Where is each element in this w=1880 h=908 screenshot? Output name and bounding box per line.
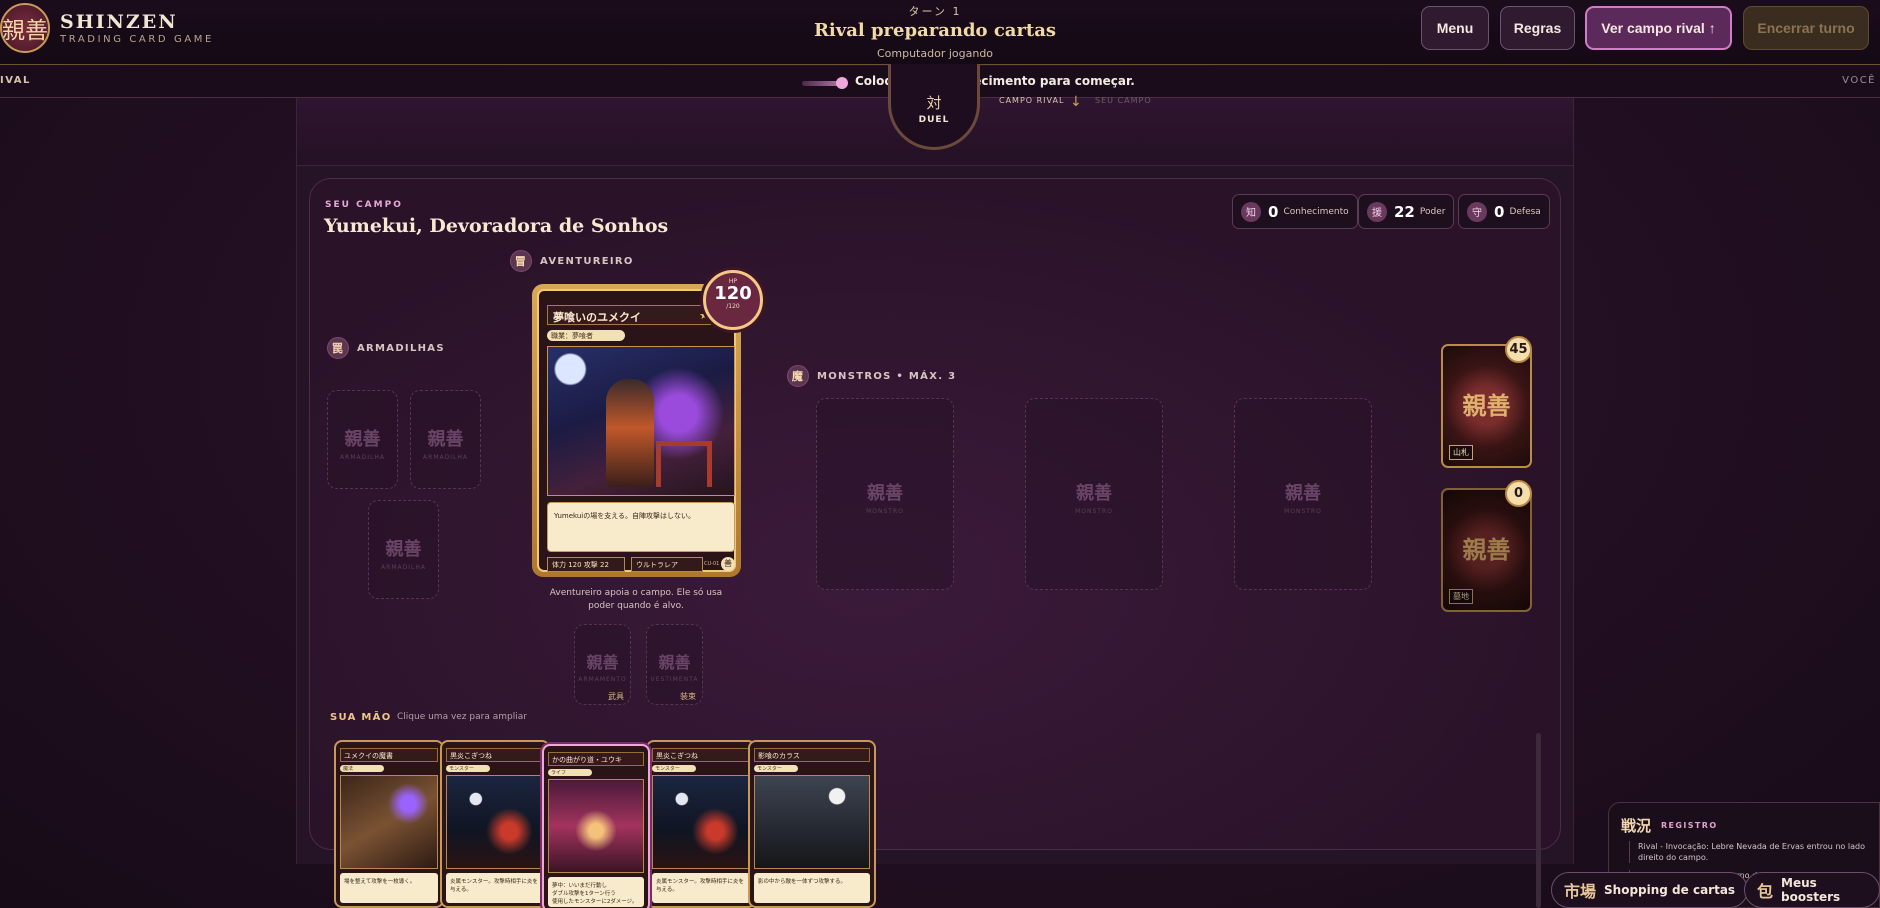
adventurer-card-text: Yumekuiの場を支える。自陣攻撃はしない。 <box>547 502 735 552</box>
adventurer-card-art <box>547 346 735 496</box>
trap-slot-1[interactable]: 親善 ARMADILHA <box>327 390 398 489</box>
card-seal-icon: 善 <box>721 557 735 571</box>
end-turn-button[interactable]: Encerrar turno <box>1743 6 1869 50</box>
draw-pile-label: 山札 <box>1449 445 1473 460</box>
monster-slot-1[interactable]: 親善 MONSTRO <box>816 398 954 590</box>
menu-button[interactable]: Menu <box>1421 6 1489 50</box>
turn-number: ターン 1 <box>908 5 962 18</box>
hand-card-3[interactable]: かの曲がり道・ユウキ ライフ 夢中：いいまだ行動し ダブル攻撃を1ターン行う 使用… <box>542 744 650 908</box>
hp-value: 120 <box>714 283 752 304</box>
monster-slot-2[interactable]: 親善 MONSTRO <box>1025 398 1163 590</box>
hand-card-5[interactable]: 影喰のカラス モンスター 影の中から敵を一体ずつ攻撃する。 <box>748 740 876 908</box>
log-subtitle: REGISTRO <box>1661 821 1718 830</box>
hand-scrollbar[interactable] <box>1536 733 1541 908</box>
adventurer-card-tag: 職業：夢喰者 <box>547 330 625 341</box>
adventurer-note: Aventureiro apoia o campo. Ele só usa po… <box>549 588 723 611</box>
card-art <box>446 775 544 869</box>
adventurer-card[interactable]: 夢喰いのユメクイ ★ 職業：夢喰者 Yumekuiの場を支える。自陣攻撃はしない… <box>532 284 741 577</box>
card-art <box>340 775 438 869</box>
shop-button[interactable]: 市場 Shopping de cartas <box>1551 872 1749 908</box>
deck-seal-icon: 親善 <box>1462 391 1511 420</box>
field-self-label: SEU CAMPO <box>1095 96 1152 105</box>
graveyard-label: 墓地 <box>1449 589 1473 604</box>
draw-pile-count: 45 <box>1505 336 1532 363</box>
turn-subtitle: Computador jogando <box>876 47 994 60</box>
monster-icon: 魔 <box>787 365 809 387</box>
adventurer-icon: 冒 <box>510 250 532 272</box>
hand-card-1[interactable]: ユメクイの魔書 魔法 場を整えて攻撃を一枚導く。 <box>334 740 444 908</box>
outfit-slot[interactable]: 親善 VESTIMENTA 装束 <box>646 624 703 705</box>
stat-knowledge: 知 0 Conhecimento <box>1232 194 1358 229</box>
shinzen-seal-logo: 親善 <box>0 3 50 53</box>
adventurer-card-name: 夢喰いのユメクイ ★ <box>547 305 727 325</box>
monsters-section-label: 魔 MONSTROS • MÁX. 3 <box>787 365 956 387</box>
adventurer-section-label: 冒 AVENTUREIRO <box>510 250 634 272</box>
brand: SHINZEN TRADING CARD GAME <box>60 11 214 45</box>
stat-power: 援 22 Poder <box>1358 194 1455 229</box>
hand-label: SUA MÃO <box>330 712 392 723</box>
top-bar: 親善 SHINZEN TRADING CARD GAME ターン 1 Rival… <box>0 0 1880 65</box>
hand-hint: Clique uma vez para ampliar <box>397 712 527 722</box>
turn-title: Rival preparando cartas <box>813 20 1057 41</box>
stat-value: 0 <box>1494 202 1505 221</box>
card-art <box>652 775 750 869</box>
duel-label: DUEL <box>918 115 950 125</box>
arrow-down-icon: ↓ <box>1070 94 1082 110</box>
turn-indicator: ターン 1 Rival preparando cartas Computador… <box>700 3 1170 60</box>
rival-side-label: IVAL <box>0 75 31 86</box>
field-kicker: SEU CAMPO <box>325 200 403 210</box>
view-rival-field-button[interactable]: Ver campo rival ↑ <box>1585 6 1732 50</box>
adventurer-card-skill: ウルトラレア <box>631 557 703 572</box>
graveyard-seal-icon: 親善 <box>1462 535 1511 564</box>
player-name: Yumekui, Devoradora de Sonhos <box>324 215 669 237</box>
stat-defense: 守 0 Defesa <box>1458 194 1550 229</box>
graveyard-count: 0 <box>1505 480 1532 507</box>
rules-button[interactable]: Regras <box>1500 6 1575 50</box>
brand-subtitle: TRADING CARD GAME <box>60 34 214 45</box>
monster-slot-3[interactable]: 親善 MONSTRO <box>1234 398 1372 590</box>
phase-progress-dot <box>836 77 848 89</box>
player-side-label: VOCÊ <box>1842 75 1876 86</box>
card-art <box>548 779 644 873</box>
knowledge-icon: 知 <box>1241 201 1261 222</box>
stat-value: 22 <box>1394 202 1415 221</box>
trap-slot-2[interactable]: 親善 ARMADILHA <box>410 390 481 489</box>
weapon-slot[interactable]: 親善 ARMAMENTO 武具 <box>574 624 631 705</box>
card-code: CU-01 <box>704 561 720 567</box>
hand-card-2[interactable]: 黒炎こぎつね モンスター 炎属モンスター。攻撃時相手に炎を与える。 <box>440 740 550 908</box>
shop-icon: 市場 <box>1564 882 1597 901</box>
stat-value: 0 <box>1268 202 1279 221</box>
defense-icon: 守 <box>1467 201 1487 222</box>
card-art <box>754 775 870 869</box>
duel-glyph: 対 <box>926 94 942 112</box>
stat-label: Defesa <box>1509 206 1541 217</box>
stat-label: Conhecimento <box>1283 206 1349 217</box>
power-icon: 援 <box>1367 201 1387 222</box>
traps-section-label: 罠 ARMADILHAS <box>327 337 445 359</box>
log-title: 戦況 <box>1621 817 1652 835</box>
booster-icon: 包 <box>1757 882 1774 901</box>
hp-badge: HP 120 /120 <box>703 270 763 330</box>
stat-label: Poder <box>1419 206 1446 217</box>
adventurer-card-stats: 体力 120 攻撃 22 <box>547 557 625 572</box>
boosters-button[interactable]: 包 Meus boosters <box>1744 872 1880 908</box>
log-entry: Rival - Invocação: Lebre Nevada de Ervas… <box>1629 841 1869 863</box>
field-rival-label: CAMPO RIVAL <box>999 96 1065 105</box>
trap-slot-3[interactable]: 親善 ARMADILHA <box>368 500 439 599</box>
hand-card-4[interactable]: 黒炎こぎつね モンスター 炎属モンスター。攻撃時相手に炎を与える。 <box>646 740 756 908</box>
trap-icon: 罠 <box>327 337 349 359</box>
brand-name: SHINZEN <box>60 11 178 33</box>
